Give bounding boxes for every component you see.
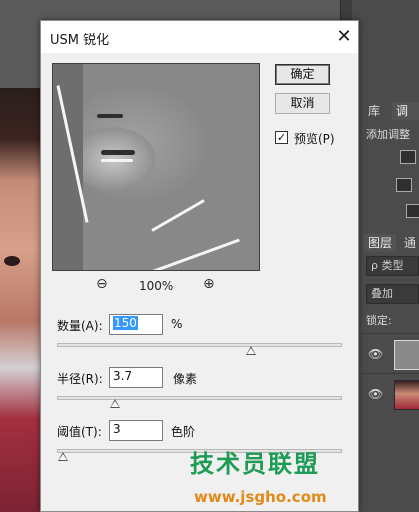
levels-icon[interactable] [396, 178, 412, 192]
amount-slider-handle[interactable] [246, 346, 256, 355]
dialog-titlebar[interactable]: USM 锐化 ✕ [41, 21, 358, 53]
radius-label: 半径(R): [57, 372, 103, 386]
eye-icon[interactable]: 👁 [368, 347, 383, 361]
lock-label: 锁定: [366, 314, 392, 327]
threshold-unit: 色阶 [171, 425, 196, 439]
blend-mode-select[interactable]: 叠加 [366, 284, 419, 304]
amount-unit: % [171, 317, 183, 331]
canvas-eye-detail [4, 256, 20, 266]
brightness-icon[interactable] [400, 150, 416, 164]
amount-input[interactable]: 150 [109, 314, 163, 335]
preview-checkbox-label: 预览(P) [294, 132, 335, 146]
cancel-button[interactable]: 取消 [275, 93, 330, 114]
tab-channels[interactable]: 通 [400, 234, 419, 252]
zoom-level: 100% [139, 279, 174, 293]
zoom-in-icon[interactable]: ⊕ [203, 276, 215, 292]
preview-checkbox[interactable]: ✓ [275, 131, 288, 144]
radius-slider-track[interactable] [57, 396, 342, 400]
radius-input[interactable]: 3.7 [109, 367, 163, 388]
layer-thumbnail [394, 380, 419, 410]
canvas-image [0, 88, 44, 512]
eye-icon[interactable]: 👁 [368, 387, 383, 401]
threshold-slider-handle[interactable] [58, 452, 68, 461]
amount-slider-track[interactable] [57, 343, 342, 347]
dialog-title: USM 锐化 [50, 33, 110, 48]
tab-layers[interactable]: 图层 [364, 234, 397, 252]
watermark-logo: 技术员联盟 [190, 450, 320, 478]
tab-library[interactable]: 库 [364, 102, 384, 120]
usm-sharpen-dialog: USM 锐化 ✕ ⊖ 100% ⊕ 确定 取消 ✓ 预览(P) 数量(A): 1… [40, 20, 359, 512]
filter-preview[interactable] [52, 63, 260, 271]
zoom-out-icon[interactable]: ⊖ [96, 276, 108, 292]
close-icon[interactable]: ✕ [334, 26, 354, 48]
curves-icon[interactable] [406, 204, 419, 218]
preview-nose [97, 114, 123, 118]
threshold-input[interactable]: 3 [109, 420, 163, 441]
layer-kind-filter[interactable]: ρ 类型 [366, 256, 419, 276]
preview-lip [101, 159, 133, 162]
preview-edge [126, 238, 240, 270]
tab-adjustments[interactable]: 调 [392, 102, 419, 120]
watermark-url: www.jsgho.com [194, 488, 327, 506]
layer-row[interactable]: 👁 [362, 373, 419, 414]
radius-slider-handle[interactable] [110, 399, 120, 408]
radius-unit: 像素 [173, 372, 198, 386]
amount-value: 150 [113, 316, 138, 330]
layer-thumbnail [394, 340, 419, 370]
ok-button[interactable]: 确定 [275, 64, 330, 85]
preview-edge [151, 199, 205, 232]
preview-mouth [101, 150, 135, 155]
layer-row[interactable]: 👁 [362, 333, 419, 374]
threshold-label: 阈值(T): [57, 425, 102, 439]
amount-label: 数量(A): [57, 319, 103, 333]
adjust-hint: 添加调整 [366, 128, 410, 141]
